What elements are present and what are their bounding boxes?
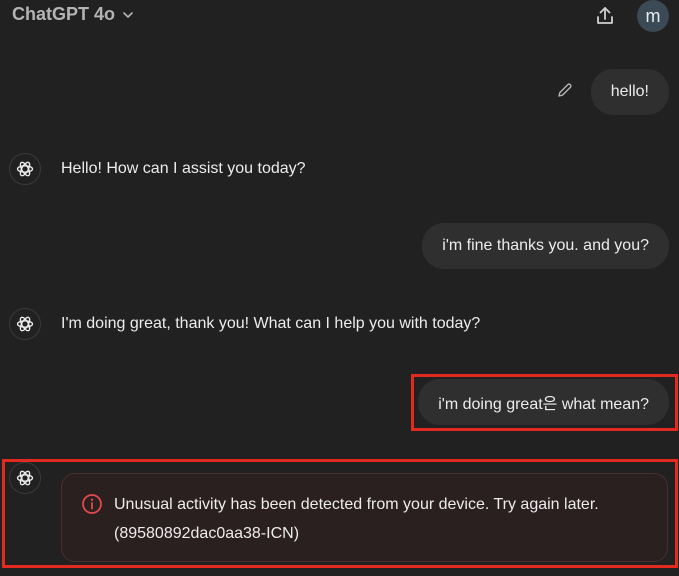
- share-upload-icon: [597, 7, 613, 24]
- user-message-text: i'm fine thanks you. and you?: [442, 237, 649, 254]
- chevron-down-icon: [121, 8, 135, 22]
- user-message: hello!: [590, 69, 669, 115]
- model-selector[interactable]: ChatGPT 4o: [12, 4, 135, 25]
- error-message-card: Unusual activity has been detected from …: [61, 473, 668, 562]
- assistant-avatar: [9, 153, 41, 185]
- error-code-text: (89580892dac0aa38-ICN): [114, 525, 300, 542]
- alert-circle-icon: [81, 493, 103, 515]
- avatar-letter: m: [645, 5, 661, 26]
- pencil-edit-icon[interactable]: [556, 81, 574, 99]
- header: ChatGPT 4o m: [0, 0, 679, 34]
- openai-logo-icon: [16, 161, 34, 177]
- assistant-avatar: [9, 462, 41, 494]
- error-message-text: Unusual activity has been detected from …: [114, 496, 599, 513]
- openai-logo-icon: [16, 316, 34, 332]
- user-message: i'm doing great은 what mean?: [418, 379, 669, 425]
- user-avatar[interactable]: m: [637, 0, 669, 32]
- openai-logo-icon: [16, 470, 34, 486]
- assistant-message: I'm doing great, thank you! What can I h…: [61, 315, 481, 332]
- user-message-text: i'm doing great은 what mean?: [438, 396, 649, 413]
- share-button[interactable]: [593, 4, 617, 28]
- model-name: ChatGPT 4o: [12, 4, 116, 24]
- chat-window: ChatGPT 4o m hello! Hello! How can I ass…: [0, 0, 679, 576]
- user-message: i'm fine thanks you. and you?: [422, 223, 669, 269]
- user-message-text: hello!: [610, 83, 649, 100]
- assistant-avatar: [9, 308, 41, 340]
- assistant-message: Hello! How can I assist you today?: [61, 160, 306, 177]
